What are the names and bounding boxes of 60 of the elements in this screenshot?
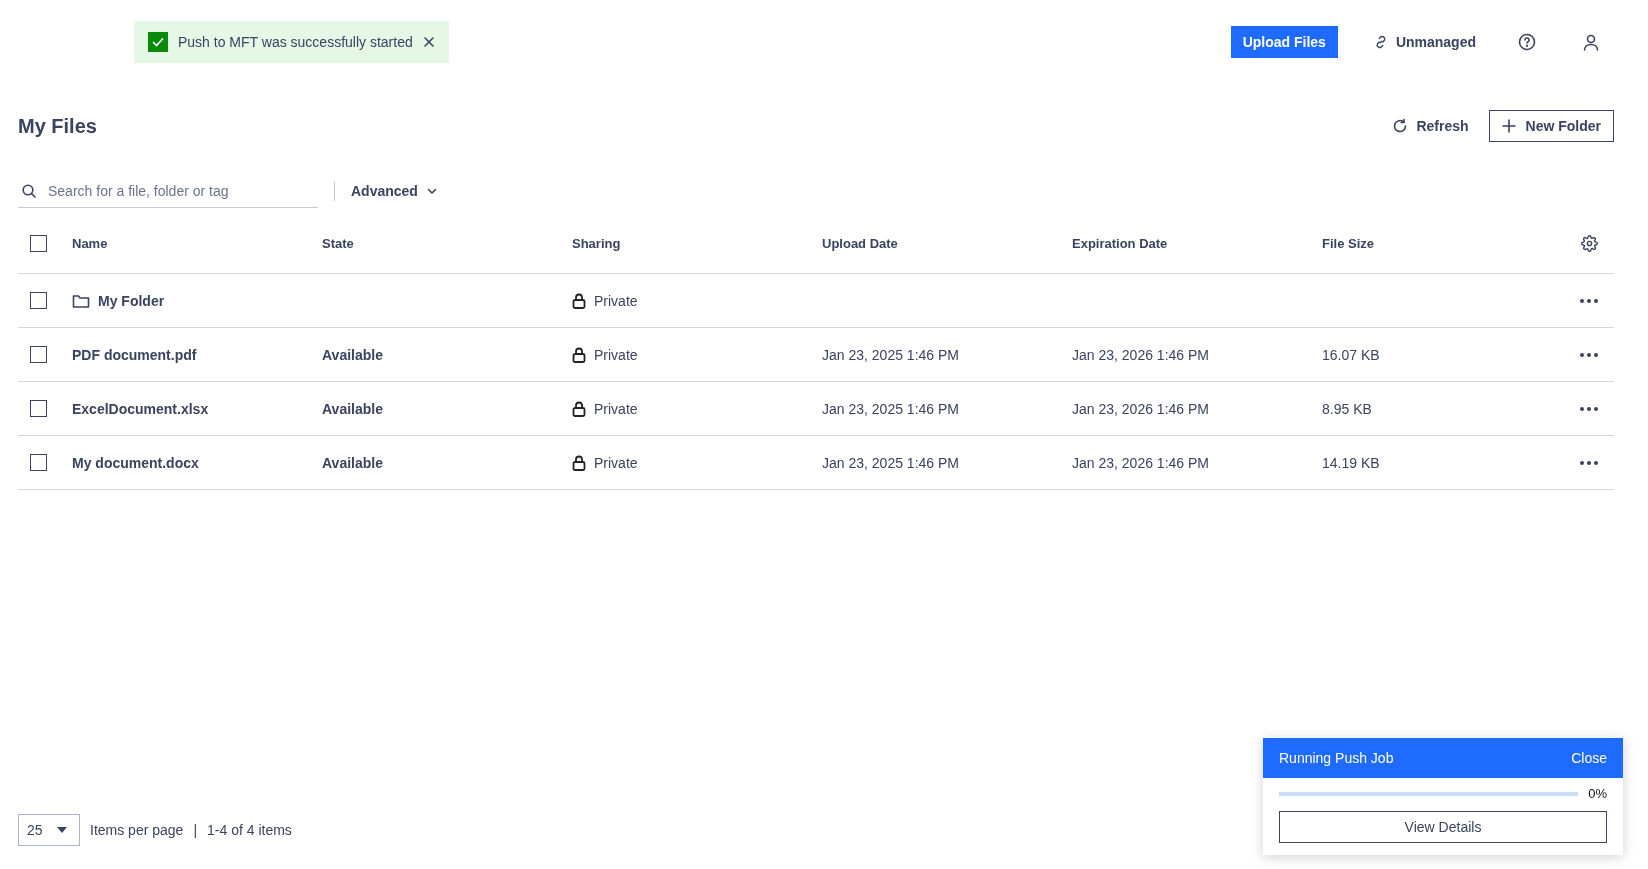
search-icon — [22, 183, 36, 198]
close-icon[interactable] — [422, 35, 435, 48]
table-cell: Private — [594, 454, 638, 471]
upload-files-button[interactable]: Upload Files — [1230, 25, 1338, 58]
column-header: Sharing — [572, 235, 622, 251]
row-checkbox[interactable] — [30, 454, 47, 471]
check-icon — [148, 31, 168, 52]
advanced-dropdown[interactable]: Advanced — [351, 183, 438, 199]
column-header: Name — [72, 235, 109, 251]
row-checkbox[interactable] — [30, 346, 47, 363]
lock-icon — [572, 400, 586, 417]
table-cell: Jan 23, 2026 1:46 PM — [1072, 454, 1209, 471]
panel-title: Running Push Job — [1279, 750, 1394, 766]
file-name[interactable]: My Folder — [98, 292, 165, 309]
refresh-icon — [1392, 118, 1409, 134]
page-size-select[interactable]: 25 — [18, 814, 80, 846]
row-checkbox[interactable] — [30, 400, 47, 417]
column-header: Upload Date — [822, 235, 899, 251]
table-cell: Available — [322, 454, 383, 471]
table-cell: Jan 23, 2025 1:46 PM — [822, 400, 959, 417]
table-cell: Private — [594, 400, 638, 417]
refresh-button[interactable]: Refresh — [1392, 118, 1469, 134]
search-field[interactable]: Search for a file, folder or tag — [18, 174, 318, 208]
select-all-checkbox[interactable] — [30, 234, 47, 252]
lock-icon — [572, 292, 586, 309]
file-name[interactable]: PDF document.pdf — [72, 346, 197, 363]
table-cell: Private — [594, 346, 638, 363]
table-cell: Available — [322, 346, 383, 363]
separator: | — [193, 822, 198, 838]
table-cell: Private — [594, 292, 638, 309]
unmanaged-link[interactable]: Unmanaged — [1373, 33, 1476, 50]
plus-icon — [1501, 119, 1516, 133]
column-header: File Size — [1322, 235, 1376, 251]
toast-message: Push to MFT was successfully started — [178, 33, 413, 50]
view-details-button[interactable]: View Details — [1279, 811, 1607, 843]
table-cell: Jan 23, 2025 1:46 PM — [822, 454, 959, 471]
file-name[interactable]: My document.docx — [72, 454, 199, 471]
column-header: Expiration Date — [1072, 235, 1169, 251]
column-header: State — [322, 235, 355, 251]
items-per-page-label: Items per page — [90, 822, 184, 838]
user-icon[interactable] — [1582, 32, 1600, 51]
caret-icon — [56, 827, 67, 833]
table-cell: 14.19 KB — [1322, 454, 1380, 471]
new-folder-button[interactable]: New Folder — [1488, 110, 1614, 142]
close-link[interactable]: Close — [1571, 750, 1607, 766]
lock-icon — [572, 454, 586, 471]
table-cell: Jan 23, 2025 1:46 PM — [822, 346, 959, 363]
table-cell: 16.07 KB — [1322, 346, 1380, 363]
table-cell: Jan 23, 2026 1:46 PM — [1072, 346, 1209, 363]
file-name[interactable]: ExcelDocument.xlsx — [72, 400, 209, 417]
help-icon[interactable] — [1518, 32, 1536, 51]
progress-percent: 0% — [1588, 786, 1607, 801]
row-checkbox[interactable] — [30, 292, 47, 309]
folder-icon — [72, 292, 90, 309]
page-title: My Files — [18, 114, 98, 138]
table-cell: 8.95 KB — [1322, 400, 1372, 417]
lock-icon — [572, 346, 586, 363]
table-cell: Available — [322, 400, 383, 417]
table-cell: Jan 23, 2026 1:46 PM — [1072, 400, 1209, 417]
item-range: 1-4 of 4 items — [207, 822, 292, 838]
